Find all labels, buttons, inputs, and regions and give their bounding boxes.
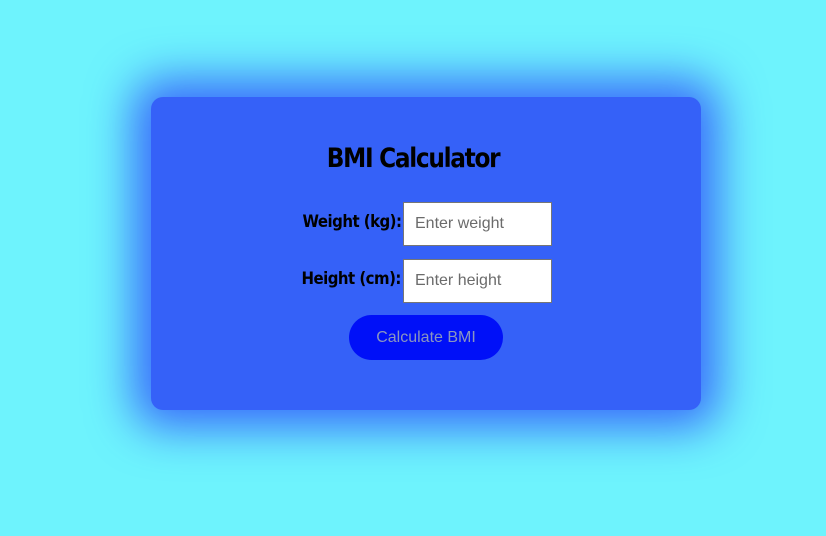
height-row: Height (cm):	[0, 259, 826, 303]
height-label: Height (cm):	[301, 269, 402, 289]
weight-row: Weight (kg):	[0, 202, 826, 246]
page-title: BMI Calculator	[326, 143, 501, 174]
weight-label: Weight (kg):	[302, 212, 401, 232]
calculate-bmi-button[interactable]: Calculate BMI	[349, 315, 503, 360]
weight-input[interactable]	[403, 202, 552, 246]
height-input[interactable]	[403, 259, 552, 303]
page-background: { "calculator": { "title": "BMI Calculat…	[0, 0, 826, 536]
